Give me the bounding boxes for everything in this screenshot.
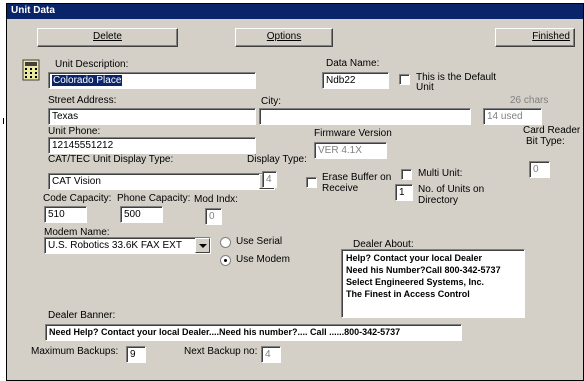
multi-unit-checkbox[interactable] — [401, 169, 412, 180]
default-unit-label-2: Unit — [416, 82, 434, 93]
card-reader-bit-type-field[interactable]: 0 — [529, 161, 550, 178]
use-modem-radio[interactable] — [220, 255, 231, 266]
phone-keypad-icon — [22, 59, 40, 81]
finished-button[interactable]: Finished — [495, 28, 575, 47]
unit-description-input[interactable]: Colorado Place — [48, 72, 256, 89]
modem-name-dropdown-button[interactable] — [195, 238, 210, 253]
delete-button[interactable]: Delete — [37, 28, 178, 47]
use-modem-label: Use Modem — [236, 254, 290, 265]
use-serial-radio[interactable] — [220, 237, 231, 248]
erase-buffer-label-2: Receive — [322, 183, 359, 194]
chars-used-field: 14 used — [483, 108, 542, 125]
data-name-input[interactable]: Ndb22 — [322, 72, 389, 89]
maximum-backups-label: Maximum Backups: — [31, 346, 119, 357]
modem-name-select[interactable]: U.S. Robotics 33.6K FAX EXT — [44, 237, 211, 254]
city-input[interactable] — [259, 108, 471, 125]
dealer-about-line: The Finest in Access Control — [346, 289, 470, 299]
erase-buffer-label-1: Erase Buffer on — [322, 172, 392, 183]
unit-description-label: Unit Description: — [55, 59, 129, 70]
dealer-about-line: Select Engineered Systems, Inc. — [346, 277, 485, 287]
window-title: Unit Data — [7, 4, 583, 19]
unit-phone-label: Unit Phone: — [48, 126, 101, 137]
display-type-combo-label: CAT/TEC Unit Display Type: — [48, 154, 174, 165]
mod-indx-label: Mod Indx: — [194, 194, 238, 205]
unit-data-window: Unit Data Delete Options Finished Unit D… — [6, 3, 584, 381]
units-on-directory-input[interactable]: 1 — [395, 184, 413, 201]
street-address-input[interactable]: Texas — [48, 108, 256, 125]
multi-unit-label: Multi Unit: — [418, 168, 463, 179]
options-button[interactable]: Options — [235, 28, 333, 47]
next-backup-field: 4 — [261, 346, 281, 363]
units-on-directory-label-2: Directory — [418, 195, 459, 206]
dealer-about-textarea[interactable]: Help? Contact your local Dealer Need his… — [341, 249, 525, 318]
card-reader-label-1: Card Reader — [523, 125, 581, 136]
erase-buffer-checkbox[interactable] — [306, 177, 317, 188]
next-backup-label: Next Backup no: — [184, 346, 258, 357]
default-unit-checkbox[interactable] — [399, 74, 410, 85]
city-label: City: — [261, 96, 281, 107]
display-type-value[interactable]: 4 — [262, 171, 277, 188]
firmware-version-field: VER 4.1X — [314, 142, 387, 159]
dealer-about-line: Need his Number?Call 800-342-5737 — [346, 265, 501, 275]
display-type-select[interactable]: CAT Vision — [48, 173, 275, 190]
street-address-label: Street Address: — [48, 95, 117, 106]
maximum-backups-input[interactable]: 9 — [126, 346, 146, 363]
code-capacity-label: Code Capacity: — [43, 193, 112, 204]
code-capacity-input[interactable]: 510 — [44, 206, 87, 223]
phone-capacity-label: Phone Capacity: — [117, 193, 191, 204]
phone-capacity-input[interactable]: 500 — [120, 206, 163, 223]
firmware-version-label: Firmware Version — [314, 128, 392, 139]
display-type-label: Display Type: — [247, 154, 307, 165]
dealer-about-line: Help? Contact your local Dealer — [346, 253, 483, 263]
dealer-banner-input[interactable]: Need Help? Contact your local Dealer....… — [45, 324, 462, 341]
use-serial-label: Use Serial — [236, 236, 283, 247]
stray-mark — [0, 118, 4, 124]
chars-label: 26 chars — [510, 95, 549, 106]
units-on-directory-label-1: No. of Units on — [418, 184, 485, 195]
unit-phone-input[interactable]: 12145551212 — [48, 137, 256, 154]
dealer-banner-label: Dealer Banner: — [48, 310, 116, 321]
data-name-label: Data Name: — [326, 58, 380, 69]
card-reader-label-2: Bit Type: — [526, 136, 565, 147]
mod-indx-field: 0 — [205, 208, 222, 225]
